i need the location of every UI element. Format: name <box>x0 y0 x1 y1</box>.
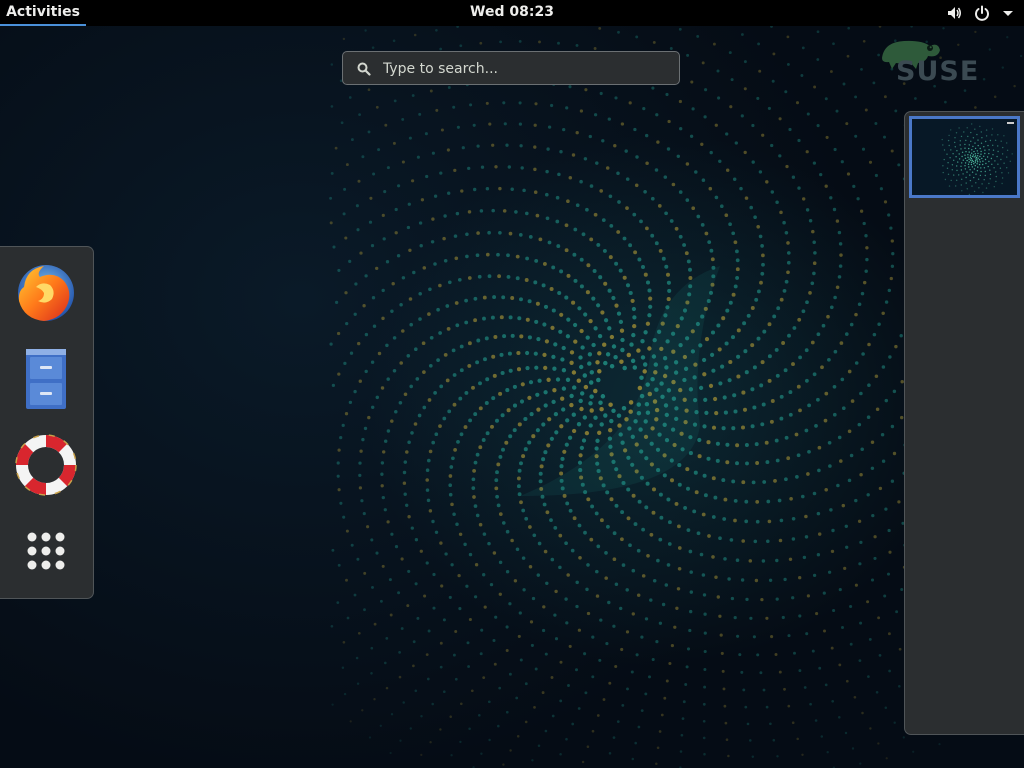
workspace-thumbnail-preview <box>941 122 1014 195</box>
volume-icon[interactable] <box>946 5 962 21</box>
dash <box>0 246 94 599</box>
dash-item-firefox[interactable] <box>14 261 78 325</box>
file-cabinet-icon <box>26 349 66 409</box>
desktop-overview: Activities Wed 08:23 Type to search... S… <box>0 0 1024 768</box>
suse-logo: SUSE <box>878 36 988 90</box>
workspace-switcher <box>904 111 1024 735</box>
power-icon[interactable] <box>974 5 990 21</box>
wallpaper <box>329 26 1024 768</box>
dash-item-help[interactable] <box>14 433 78 497</box>
search-input[interactable] <box>381 56 675 82</box>
workspace-thumbnail[interactable] <box>909 116 1020 198</box>
lifebuoy-icon <box>15 434 77 496</box>
search-icon <box>357 62 371 76</box>
show-applications-button[interactable] <box>14 519 78 583</box>
search-box[interactable] <box>342 51 680 85</box>
firefox-icon <box>18 265 74 321</box>
activities-button[interactable]: Activities <box>0 0 86 26</box>
clock[interactable]: Wed 08:23 <box>462 0 562 26</box>
suse-logo-text: SUSE <box>896 56 980 87</box>
top-panel: Activities Wed 08:23 <box>0 0 1024 26</box>
dash-item-files[interactable] <box>14 347 78 411</box>
app-grid-icon <box>27 532 65 570</box>
chevron-down-icon[interactable] <box>1002 5 1014 21</box>
system-tray[interactable] <box>946 0 1014 26</box>
